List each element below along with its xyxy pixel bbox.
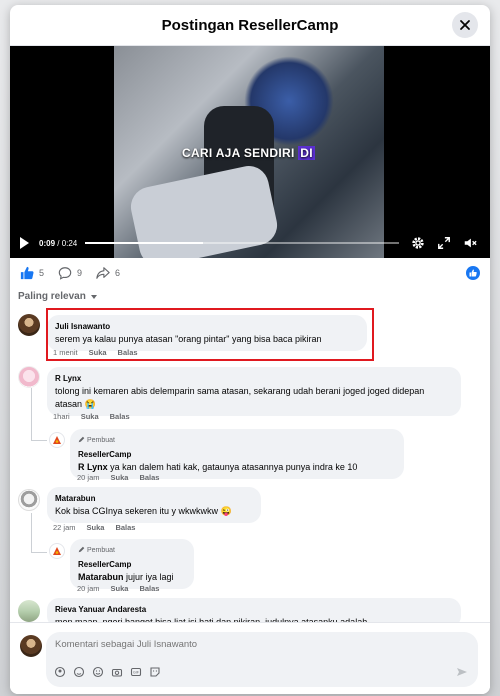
modal-title: Postingan ResellerCamp [161,16,339,34]
play-icon[interactable] [20,237,29,249]
like-link[interactable]: Suka [87,523,105,532]
comment-meta: 1hari Suka Balas [53,412,130,421]
comment-author[interactable]: R Lynx [55,372,453,385]
sticker-icon[interactable] [73,666,85,678]
comment-author[interactable]: Rieva Yanuar Andaresta [55,603,453,616]
composer-toolbar: GIF [54,666,161,678]
brand-logo-icon [53,547,61,555]
pencil-icon [78,546,85,553]
close-icon [460,20,470,30]
post-stats: 5 9 6 [10,260,490,286]
chevron-down-icon [90,294,97,299]
video-time: 0:09 / 0:24 [39,238,78,248]
avatar[interactable] [18,600,40,622]
comments-count[interactable]: 9 [58,266,82,280]
reply-bubble: Pembuat ResellerCamp R Lynx ya kan dalem… [70,429,404,479]
comment-input[interactable] [55,639,435,650]
comment-bubble: R Lynx tolong ini kemaren abis delempari… [47,367,461,416]
close-button[interactable] [452,12,478,38]
fullscreen-icon[interactable] [437,236,451,250]
comment-text: Matarabun jujur iya lagi [78,572,174,582]
reply-link[interactable]: Balas [115,523,135,532]
avatar[interactable] [18,314,40,336]
comment-icon [58,267,72,280]
comment-meta: 20 jam Suka Balas [77,473,160,482]
comment-text: Kok bisa CGInya sekeren itu y wkwkwkw 😜 [55,506,232,516]
thread-line [31,513,32,553]
share-icon [96,267,110,279]
svg-text:GIF: GIF [133,671,140,675]
comment-meta: 20 jam Suka Balas [77,584,160,593]
like-badge-icon [466,266,480,280]
video-controls: 0:09 / 0:24 [10,228,490,258]
highlight-box [46,308,374,361]
gear-icon[interactable] [411,236,425,250]
reply-link[interactable]: Balas [110,412,130,421]
reply-link[interactable]: Balas [139,473,159,482]
video-caption: CARI AJA SENDIRI DI [182,146,315,160]
emoji-icon[interactable] [92,666,104,678]
speaker-muted-icon[interactable] [463,236,477,250]
avatar[interactable] [49,432,65,448]
video-player[interactable]: CARI AJA SENDIRI DI 0:09 / 0:24 [10,46,490,258]
like-link[interactable]: Suka [111,584,129,593]
shares-count[interactable]: 6 [96,266,120,280]
composer-box: GIF [46,632,478,687]
comment-author[interactable]: ResellerCamp [78,448,396,461]
post-modal: Postingan ResellerCamp CARI AJA SENDIRI … [10,5,490,694]
reply-link[interactable]: Balas [139,584,159,593]
comment-meta: 22 jam Suka Balas [53,523,136,532]
author-badge: Pembuat [78,544,186,557]
comment-text: R Lynx ya kan dalem hati kak, gataunya a… [78,462,358,472]
comment-sort-dropdown[interactable]: Paling relevan [18,291,97,302]
pencil-icon [78,436,85,443]
reply-bubble: Pembuat ResellerCamp Matarabun jujur iya… [70,539,194,589]
send-icon[interactable] [456,666,468,678]
video-progress-bar[interactable] [85,242,400,244]
mention-link[interactable]: Matarabun [78,572,124,582]
thread-line [31,388,32,440]
avatar[interactable] [49,543,65,559]
avatar[interactable] [18,366,40,388]
comment-author[interactable]: Matarabun [55,492,253,505]
like-link[interactable]: Suka [81,412,99,421]
comment-bubble: Matarabun Kok bisa CGInya sekeren itu y … [47,487,261,523]
avatar[interactable] [20,635,42,657]
reactions-count[interactable]: 5 [20,266,44,280]
thumbs-up-icon [20,266,34,280]
comment-author[interactable]: ResellerCamp [78,558,186,571]
gif-icon[interactable]: GIF [130,666,142,678]
reply-connector [31,440,47,441]
like-link[interactable]: Suka [111,473,129,482]
comment-text: tolong ini kemaren abis delemparin sama … [55,386,425,409]
avatar[interactable] [18,489,40,511]
comment-composer: GIF [10,622,490,694]
sticker-square-icon[interactable] [149,666,161,678]
avatar-sticker-icon[interactable] [54,666,66,678]
video-progress-fill [85,242,204,244]
mention-link[interactable]: R Lynx [78,462,108,472]
modal-header: Postingan ResellerCamp [10,5,490,46]
brand-logo-icon [53,436,61,444]
author-badge: Pembuat [78,434,396,447]
reply-connector [31,552,47,553]
camera-icon[interactable] [111,666,123,678]
